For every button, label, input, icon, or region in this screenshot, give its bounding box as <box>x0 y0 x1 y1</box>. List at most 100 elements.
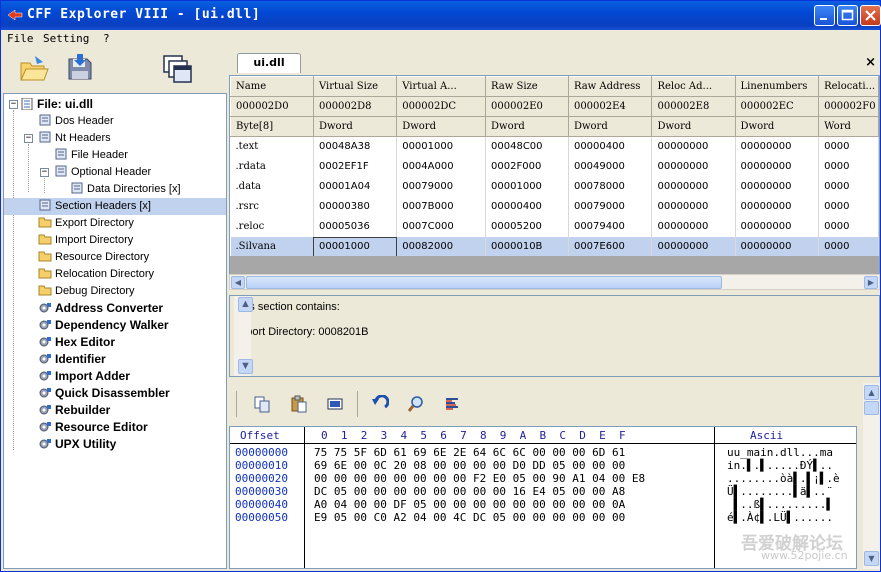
table-cell[interactable]: 00082000 <box>396 236 487 257</box>
hex-vertical-scrollbar[interactable]: ▲ ▼ <box>863 383 880 569</box>
tree-item-data-directories[interactable]: Data Directories [x] <box>70 181 181 198</box>
column-header[interactable]: Virtual Size <box>312 76 398 97</box>
table-cell[interactable]: 00000380 <box>313 196 398 217</box>
table-cell[interactable]: 0000 <box>818 236 879 257</box>
scroll-thumb[interactable] <box>246 276 722 289</box>
fill-bytes-icon[interactable] <box>326 395 344 413</box>
column-header[interactable]: Raw Address <box>567 76 653 97</box>
hex-row-ascii[interactable]: Ü▌........▌ä▌..¨ <box>727 485 833 498</box>
tree-item-import-adder[interactable]: Import Adder <box>38 368 130 385</box>
table-cell[interactable]: 00079000 <box>396 176 487 197</box>
info-vertical-scrollbar[interactable]: ▲ ▼ <box>234 296 253 376</box>
tree-expander[interactable]: − <box>24 134 33 143</box>
hex-row-bytes[interactable]: E9 05 00 C0 A2 04 00 4C DC 05 00 00 00 0… <box>314 511 625 524</box>
table-cell[interactable]: 0007C000 <box>396 216 487 237</box>
tree-item-dependency-walker[interactable]: Dependency Walker <box>38 317 169 334</box>
table-row-selected[interactable]: .Silvana 00001000 00082000 0000010B 0007E600… <box>230 236 879 257</box>
hex-row-ascii[interactable]: ........òà▌.▌¡▌.è <box>727 472 840 485</box>
table-cell[interactable]: 00000400 <box>485 196 569 217</box>
title-bar[interactable]: CFF Explorer VIII - [ui.dll] <box>1 1 881 30</box>
table-row[interactable]: .rdata 0002EF1F 0004A000 0002F000 00049000 00… <box>230 156 879 177</box>
section-info-box[interactable]: This section contains: Import Directory:… <box>229 295 880 377</box>
table-cell[interactable]: 00048C00 <box>485 136 569 157</box>
goto-offset-icon[interactable] <box>443 395 461 413</box>
table-cell[interactable]: .text <box>230 136 314 157</box>
table-cell[interactable]: .reloc <box>230 216 314 237</box>
paste-icon[interactable] <box>290 395 308 413</box>
tree-item-dos-header[interactable]: Dos Header <box>38 113 114 130</box>
scroll-down-icon[interactable]: ▼ <box>238 359 253 374</box>
tree-item-file-header[interactable]: File Header <box>54 147 128 164</box>
table-row[interactable]: .text 00048A38 00001000 00048C00 00000400 000… <box>230 136 879 157</box>
maximize-button[interactable] <box>837 5 858 26</box>
minimize-button[interactable] <box>814 5 835 26</box>
table-cell[interactable]: 00000000 <box>651 216 736 237</box>
table-cell[interactable]: 00079400 <box>568 216 653 237</box>
table-cell[interactable]: 0000010B <box>485 236 569 257</box>
table-cell[interactable]: 00005200 <box>485 216 569 237</box>
table-cell[interactable]: 00000000 <box>651 176 736 197</box>
tree-item-address-converter[interactable]: Address Converter <box>38 300 163 317</box>
scroll-thumb[interactable] <box>864 401 879 415</box>
tree-item-optional-header[interactable]: Optional Header <box>54 164 151 181</box>
table-cell[interactable]: 0000 <box>818 156 879 177</box>
table-cell[interactable]: 00000000 <box>735 156 820 177</box>
menu-setting[interactable]: Setting <box>43 32 89 45</box>
hex-row-bytes[interactable]: 69 6E 00 0C 20 08 00 00 00 00 D0 DD 05 0… <box>314 459 625 472</box>
table-cell[interactable]: 00079000 <box>568 196 653 217</box>
table-cell[interactable]: 00001000 <box>396 136 487 157</box>
table-row[interactable]: .data 00001A04 00079000 00001000 00078000 000… <box>230 176 879 197</box>
copy-icon[interactable] <box>253 395 271 413</box>
hex-row-ascii[interactable]: ▌..ß▌.........▌ <box>727 498 833 511</box>
table-cell[interactable]: 00000000 <box>651 156 736 177</box>
table-cell[interactable]: 0000 <box>818 176 879 197</box>
table-cell[interactable]: 00000400 <box>568 136 653 157</box>
column-header[interactable]: Linenumbers <box>734 76 820 97</box>
table-cell[interactable]: 0007B000 <box>396 196 487 217</box>
table-cell[interactable]: 00048A38 <box>313 136 398 157</box>
scroll-down-icon[interactable]: ▼ <box>864 551 879 566</box>
tree-item-hex-editor[interactable]: Hex Editor <box>38 334 115 351</box>
menu-help[interactable]: ? <box>103 32 110 45</box>
tree-item-file[interactable]: File: ui.dll <box>20 96 93 113</box>
tree-item-rebuilder[interactable]: Rebuilder <box>38 402 110 419</box>
tree-item-import-directory[interactable]: Import Directory <box>38 232 133 249</box>
table-cell[interactable]: 00005036 <box>313 216 398 237</box>
tree-item-export-directory[interactable]: Export Directory <box>38 215 134 232</box>
search-icon[interactable] <box>407 395 425 413</box>
open-file-icon[interactable] <box>17 53 49 85</box>
table-cell[interactable]: 00049000 <box>568 156 653 177</box>
tree-item-section-headers[interactable]: Section Headers [x] <box>4 198 226 215</box>
tree-item-nt-headers[interactable]: Nt Headers <box>38 130 111 147</box>
column-header[interactable]: Name <box>230 76 314 97</box>
column-header[interactable]: Raw Size <box>485 76 569 97</box>
column-header[interactable]: Relocati... <box>818 76 879 97</box>
table-cell[interactable]: 0000 <box>818 216 879 237</box>
table-cell[interactable]: 00001A04 <box>313 176 398 197</box>
table-row[interactable]: .rsrc 00000380 0007B000 00000400 00079000 000… <box>230 196 879 217</box>
table-cell[interactable]: 0000 <box>818 196 879 217</box>
windows-icon[interactable] <box>161 53 193 85</box>
table-cell[interactable]: 00000000 <box>735 196 820 217</box>
table-cell[interactable]: 0002EF1F <box>313 156 398 177</box>
table-cell-focused[interactable]: 00001000 <box>313 236 398 257</box>
hex-row-bytes[interactable]: 75 75 5F 6D 61 69 6E 2E 64 6C 6C 00 00 0… <box>314 446 625 459</box>
table-cell[interactable]: 00000000 <box>651 136 736 157</box>
close-button[interactable] <box>860 5 881 26</box>
table-cell[interactable]: .rdata <box>230 156 314 177</box>
tree-expander[interactable]: − <box>40 168 49 177</box>
scroll-right-icon[interactable]: ▶ <box>864 276 878 289</box>
tree-item-quick-disassembler[interactable]: Quick Disassembler <box>38 385 170 402</box>
table-cell[interactable]: 00000000 <box>651 236 736 257</box>
tree-item-relocation-directory[interactable]: Relocation Directory <box>38 266 154 283</box>
table-cell[interactable]: 00000000 <box>735 176 820 197</box>
table-cell[interactable]: 00078000 <box>568 176 653 197</box>
tree-item-debug-directory[interactable]: Debug Directory <box>38 283 134 300</box>
table-cell[interactable]: 00000000 <box>735 216 820 237</box>
hex-row-bytes[interactable]: 00 00 00 00 00 00 00 00 F2 E0 05 00 90 A… <box>314 472 645 485</box>
menu-file[interactable]: File <box>7 32 34 45</box>
hex-row-bytes[interactable]: A0 04 00 00 DF 05 00 00 00 00 00 00 00 0… <box>314 498 625 511</box>
scroll-up-icon[interactable]: ▲ <box>238 297 253 312</box>
save-file-icon[interactable] <box>63 53 95 85</box>
column-header[interactable]: Reloc Ad... <box>651 76 736 97</box>
